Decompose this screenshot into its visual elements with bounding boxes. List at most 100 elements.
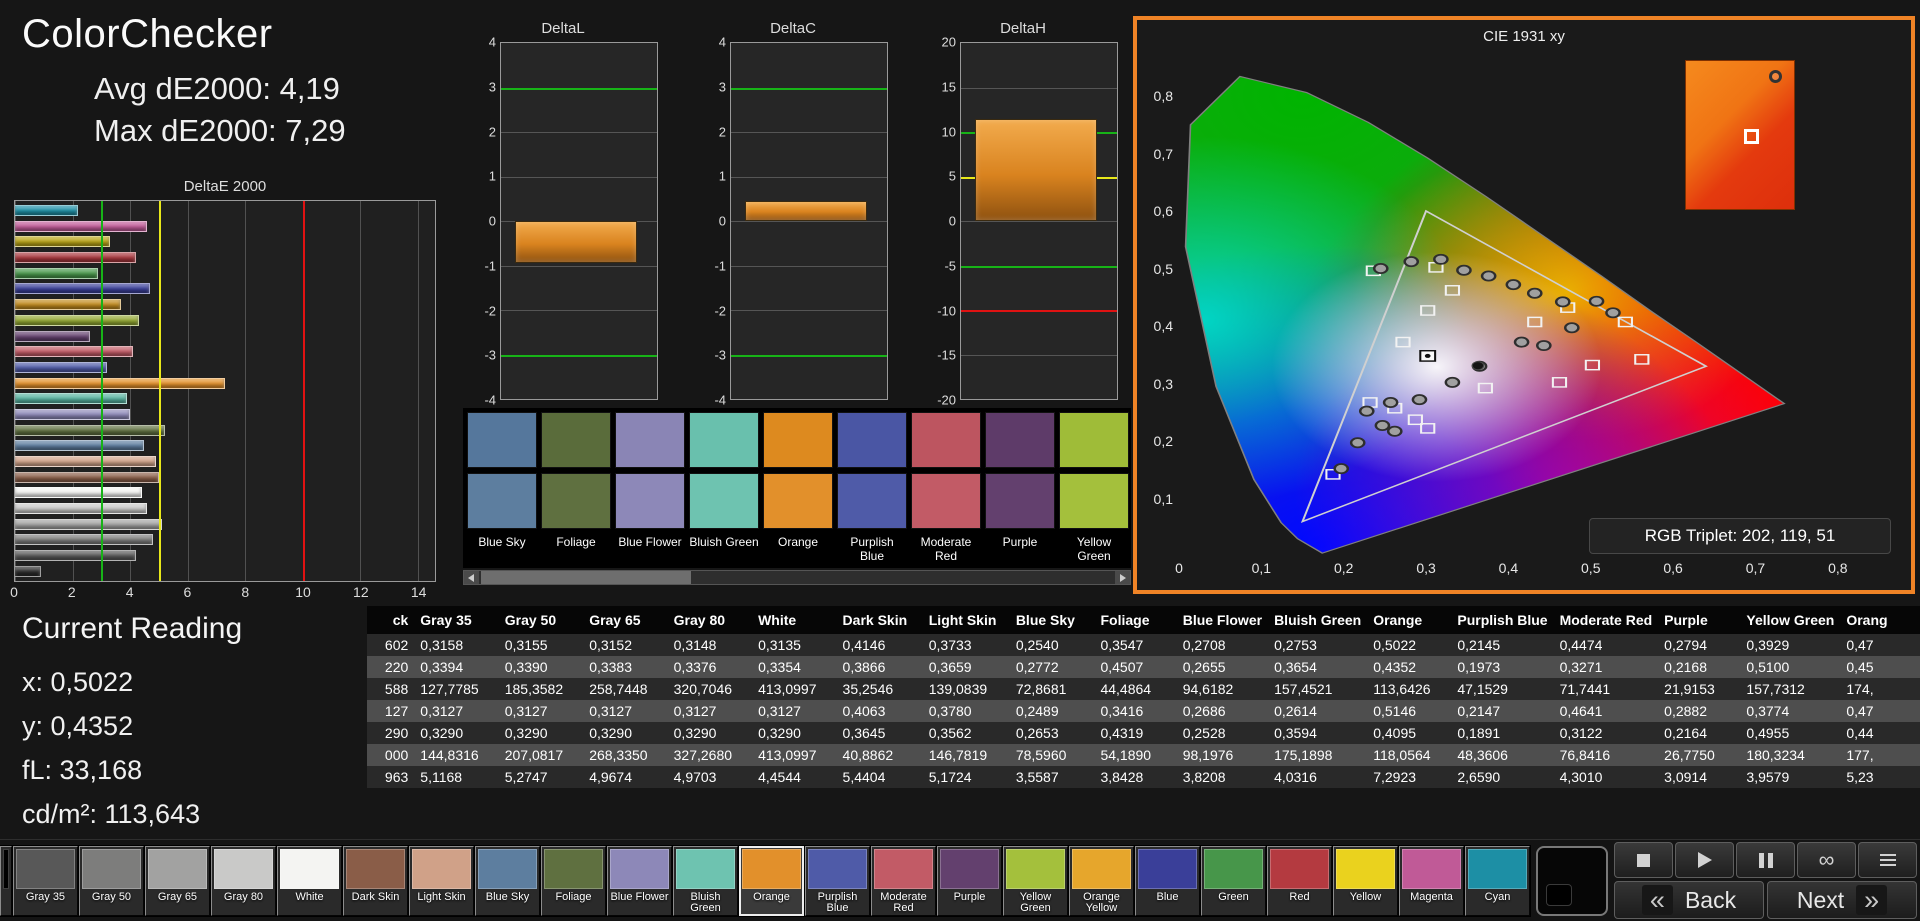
nav-button-row: « Back Next » [1614, 881, 1920, 919]
rgb-triplet-label: RGB Triplet: 202, 119, 51 [1589, 518, 1891, 554]
patch-button-red[interactable]: Red [1267, 845, 1332, 916]
patch-button-bluish-green[interactable]: Bluish Green [673, 845, 738, 916]
table-cell: 146,7819 [922, 744, 1010, 766]
patch-color [610, 848, 669, 889]
patch-label: Gray 65 [157, 890, 198, 903]
page-title: ColorChecker [22, 12, 273, 56]
y-tick-label: 0,5 [1153, 260, 1173, 277]
table-cell: 0,1973 [1451, 656, 1554, 678]
x-tick-label: 0 [10, 584, 18, 600]
patch-button-dark-skin[interactable]: Dark Skin [343, 845, 408, 916]
table-cell: 127,7785 [414, 678, 499, 700]
gridline [731, 132, 887, 133]
patch-button-gray-50[interactable]: Gray 50 [79, 845, 144, 916]
table-cell: 5,2747 [498, 766, 584, 788]
measured-swatch [985, 412, 1055, 468]
patch-button-purplish-blue[interactable]: Purplish Blue [805, 845, 870, 916]
patch-button-gray-35[interactable]: Gray 35 [13, 845, 78, 916]
patch-button-gray-65[interactable]: Gray 65 [145, 845, 210, 916]
patch-button-purple[interactable]: Purple [937, 845, 1002, 916]
measured-swatch [467, 412, 537, 468]
delta-bar [745, 200, 867, 221]
y-axis-labels: 4 3 2 1 0 -1 -2 -3 -4 [698, 35, 730, 408]
patch-label: Purplish Blue [817, 890, 858, 915]
table-cell: 0,5146 [1367, 700, 1452, 722]
list-button[interactable] [1858, 842, 1917, 878]
table-cell: 26,7750 [1658, 744, 1741, 766]
reading-y: y: 0,4352 [22, 711, 134, 741]
swatch-column-blue-sky: Blue Sky [467, 412, 537, 564]
table-cell: 0,3127 [667, 700, 753, 722]
patch-button-blue-sky[interactable]: Blue Sky [475, 845, 540, 916]
scroll-left-icon[interactable] [464, 571, 479, 584]
reference-swatch [689, 473, 759, 529]
patch-button-magenta[interactable]: Magenta [1399, 845, 1464, 916]
table-cell: 290 [367, 722, 415, 744]
plot-area [960, 42, 1118, 400]
deltae-bars [15, 201, 435, 581]
stop-button[interactable] [1614, 842, 1673, 878]
pause-button[interactable] [1736, 842, 1795, 878]
y-tick-label: -5 [944, 258, 956, 274]
patch-button-blue-flower[interactable]: Blue Flower [607, 845, 672, 916]
patch-button-moderate-red[interactable]: Moderate Red [871, 845, 936, 916]
table-cell: 0,2540 [1009, 634, 1095, 656]
x-tick-label: 0,3 [1416, 560, 1436, 576]
patch-color [1138, 848, 1197, 889]
patch-button-orange[interactable]: Orange [739, 845, 804, 916]
swatch-column-blue-flower: Blue Flower [615, 412, 685, 564]
swatch-scrollbar[interactable] [463, 570, 1131, 585]
deltae-bar-dark-skin [15, 471, 159, 483]
x-tick-label: 0,5 [1581, 560, 1601, 576]
y-tick-label: 2 [488, 124, 496, 139]
deltae-bar-orange-yellow [15, 299, 122, 311]
measured-point [1433, 253, 1449, 265]
table-cell: 157,7312 [1740, 678, 1841, 700]
reference-line [961, 310, 1117, 312]
patch-button-cyan[interactable]: Cyan [1465, 845, 1530, 916]
table-cell: 4,0316 [1268, 766, 1368, 788]
infinity-button[interactable]: ∞ [1797, 842, 1856, 878]
play-button[interactable] [1675, 842, 1734, 878]
reference-swatch [763, 473, 833, 529]
x-tick-label: 8 [241, 584, 250, 600]
y-tick-label: -3 [714, 347, 726, 363]
table-cell: 0,2147 [1451, 700, 1554, 722]
next-button[interactable]: Next » [1767, 881, 1917, 919]
deltae-bar-green [15, 267, 99, 279]
gridline [501, 176, 657, 178]
scrollbar-thumb[interactable] [481, 571, 691, 584]
measured-point [1480, 270, 1497, 282]
patch-button-green[interactable]: Green [1201, 845, 1266, 916]
patch-button-black[interactable] [0, 845, 12, 916]
patch-button-foliage[interactable]: Foliage [541, 845, 606, 916]
column-header-light-skin: Light Skin [922, 606, 1010, 634]
column-header-gray-80: Gray 80 [667, 606, 753, 634]
patch-color [346, 848, 405, 889]
x-tick-label: 0,6 [1663, 560, 1683, 576]
deltae-bar-blue [15, 283, 151, 295]
reference-marker-icon [1744, 129, 1760, 145]
deltae-bar-purplish-blue [15, 361, 108, 373]
patch-button-white[interactable]: White [277, 845, 342, 916]
measured-point [1505, 279, 1522, 291]
patch-button-yellow-green[interactable]: Yellow Green [1003, 845, 1068, 916]
reading-x: x: 0,5022 [22, 667, 134, 697]
patch-button-blue[interactable]: Blue [1135, 845, 1200, 916]
measured-point [1403, 256, 1420, 268]
chart-body: 4 3 2 1 0 -1 -2 -3 -4 [698, 35, 888, 408]
deltae-bar-gray-50 [15, 534, 154, 546]
scroll-right-icon[interactable] [1115, 571, 1130, 584]
patch-button-light-skin[interactable]: Light Skin [409, 845, 474, 916]
deltae-bar-yellow [15, 236, 110, 248]
patch-button-orange-yellow[interactable]: Orange Yellow [1069, 845, 1134, 916]
patch-button-gray-80[interactable]: Gray 80 [211, 845, 276, 916]
patch-button-yellow[interactable]: Yellow [1333, 845, 1398, 916]
table-cell: 0,3148 [667, 634, 753, 656]
patch-color [280, 848, 339, 889]
back-button[interactable]: « Back [1614, 881, 1764, 919]
patch-color [1006, 848, 1065, 889]
patch-preview-window[interactable] [1536, 845, 1608, 916]
table-cell: 0,3774 [1740, 700, 1841, 722]
gridline [961, 87, 1117, 89]
